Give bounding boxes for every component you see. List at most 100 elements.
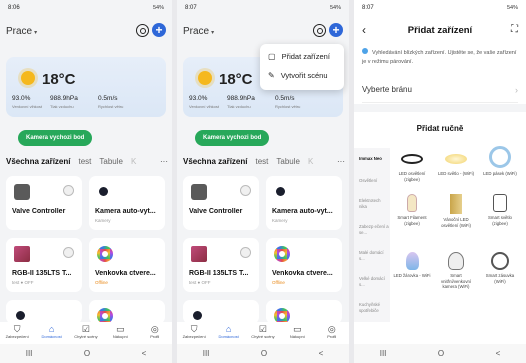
menu-label: Vytvořit scénu [280, 71, 328, 80]
power-icon[interactable] [63, 247, 74, 258]
back-button[interactable]: < [496, 349, 501, 358]
product-item[interactable]: Smart zásuvka (WiFi) [480, 252, 520, 284]
home-header: Prace ▾ + [0, 20, 172, 42]
scan-icon[interactable] [136, 24, 149, 37]
nav-label: Nákupní [289, 334, 305, 339]
info-icon [362, 48, 368, 54]
humidity-label: Venkovní vlhkost [12, 104, 43, 109]
category-item[interactable]: Immax Neo [359, 156, 389, 162]
weather-card[interactable]: 18°C 93.0% 988.9hPa 0.5m/s Venkovní vlhk… [6, 57, 166, 117]
rgb-light-icon [191, 246, 207, 262]
device-card[interactable] [89, 300, 165, 324]
valve-icon [14, 184, 30, 200]
recents-button[interactable]: III [26, 349, 33, 358]
product-item[interactable]: Vánoční LED osvětlení (WiFi) [436, 194, 476, 228]
device-status: Offline [95, 280, 108, 285]
product-label: LED žárovka - WiFi [393, 273, 431, 278]
tab-k[interactable]: K [308, 157, 313, 166]
nav-profile[interactable]: ◎ Profil [317, 324, 347, 339]
product-item[interactable]: Smart Filament (zigbee) [392, 194, 432, 226]
nav-scenes[interactable]: ☑ Chytré scény [248, 324, 278, 339]
more-icon[interactable]: ··· [337, 157, 345, 166]
power-icon[interactable] [240, 247, 251, 258]
nav-profile[interactable]: ◎ Profil [140, 324, 170, 339]
status-battery: 54% [329, 5, 341, 11]
device-card[interactable]: Valve Controller [6, 176, 82, 230]
device-card[interactable]: Valve Controller [183, 176, 259, 230]
camera-scene-button[interactable]: Kamera vychozi bod [195, 130, 270, 146]
product-item[interactable]: LED žárovka - WiFi [392, 252, 432, 279]
product-item[interactable]: Smart světlo (zigbee) [480, 194, 520, 226]
nav-security[interactable]: ⛉ Zabezpečení [179, 324, 209, 339]
home-system-button[interactable]: O [438, 349, 444, 358]
menu-create-scene[interactable]: ✎ Vytvořit scénu [268, 71, 328, 80]
tab-tabule[interactable]: Tabule [276, 157, 300, 166]
recents-button[interactable]: III [203, 349, 210, 358]
category-item[interactable]: Velké domácí s... [359, 276, 389, 288]
status-time: 8:07 [185, 5, 197, 11]
bag-icon: ▭ [293, 324, 302, 334]
device-card[interactable]: Venkovka ctvere... Offline [266, 238, 342, 292]
scan-icon[interactable] [313, 24, 326, 37]
add-button[interactable]: + [152, 23, 166, 37]
smart-plug-icon [491, 252, 509, 270]
recents-button[interactable]: III [380, 349, 387, 358]
power-icon[interactable] [240, 185, 251, 196]
back-button[interactable]: < [142, 349, 147, 358]
tab-test[interactable]: test [78, 157, 91, 166]
power-icon[interactable] [63, 185, 74, 196]
tab-tabule[interactable]: Tabule [99, 157, 123, 166]
nav-security[interactable]: ⛉ Zabezpečení [2, 324, 32, 339]
more-icon[interactable]: ··· [160, 157, 168, 166]
nav-home[interactable]: ⌂ Domácnost [214, 324, 244, 339]
tab-test[interactable]: test [255, 157, 268, 166]
valve-icon [191, 184, 207, 200]
home-selector[interactable]: Prace ▾ [6, 26, 37, 37]
rgb-light-icon [14, 246, 30, 262]
product-item[interactable]: LED světlo - (WiFi) [436, 146, 476, 177]
device-card[interactable]: Kamera auto-vyt... Kamery [266, 176, 342, 230]
home-selector[interactable]: Prace ▾ [183, 26, 214, 37]
nav-home[interactable]: ⌂ Domácnost [37, 324, 67, 339]
gateway-select[interactable]: Vyberte bránu › [362, 77, 518, 103]
home-system-button[interactable]: O [261, 349, 267, 358]
device-card[interactable] [183, 300, 259, 324]
device-card[interactable]: RGB-II 135LTS T... test ● OFF [6, 238, 82, 292]
tab-all-devices[interactable]: Všechna zařízení [6, 157, 70, 166]
tab-k[interactable]: K [131, 157, 136, 166]
light-panel-icon [445, 154, 467, 164]
nav-shop[interactable]: ▭ Nákupní [105, 324, 135, 339]
product-item[interactable]: Smart vnitřní/venkovní kamera (WiFi) [436, 252, 476, 290]
device-card[interactable] [266, 300, 342, 324]
device-card[interactable]: Venkovka ctvere... Offline [89, 238, 165, 292]
nav-shop[interactable]: ▭ Nákupní [282, 324, 312, 339]
device-card[interactable]: RGB-II 135LTS T... test ● OFF [183, 238, 259, 292]
tab-all-devices[interactable]: Všechna zařízení [183, 157, 247, 166]
nav-label: Profil [327, 334, 337, 339]
camera-icon [276, 187, 285, 196]
status-bar: 8:07 54% [177, 0, 349, 16]
home-header: Prace ▾ + [177, 20, 349, 42]
sun-icon [198, 71, 212, 85]
device-status: Offline [272, 280, 285, 285]
menu-add-device[interactable]: ▢ Přidat zařízení [268, 52, 330, 61]
camera-scene-button[interactable]: Kamera vychozi bod [18, 130, 93, 146]
product-item[interactable]: LED pásek (WiFi) [480, 146, 520, 177]
product-item[interactable]: LED osvětlení (zigbee) [392, 146, 432, 182]
device-tabs: Všechna zařízení test Tabule K ··· [6, 154, 168, 168]
nav-label: Domácnost [218, 334, 239, 339]
back-button[interactable]: < [319, 349, 324, 358]
category-item[interactable]: Elektrotech nika [359, 198, 389, 210]
device-card[interactable]: Kamera auto-vyt... Kamery [89, 176, 165, 230]
device-card[interactable] [6, 300, 82, 324]
category-item[interactable]: Zabezp ečení a se... [359, 224, 389, 236]
scan-icon[interactable]: ⛶ [511, 24, 518, 35]
home-system-button[interactable]: O [84, 349, 90, 358]
category-item[interactable]: Kuchyňské spotřebiče [359, 302, 389, 314]
category-item[interactable]: Osvětlení [359, 178, 389, 184]
nav-scenes[interactable]: ☑ Chytré scény [71, 324, 101, 339]
room-label: test [12, 280, 20, 285]
add-button[interactable]: + [329, 23, 343, 37]
category-item[interactable]: Malé domácí s... [359, 250, 389, 262]
menu-label: Přidat zařízení [281, 52, 330, 61]
